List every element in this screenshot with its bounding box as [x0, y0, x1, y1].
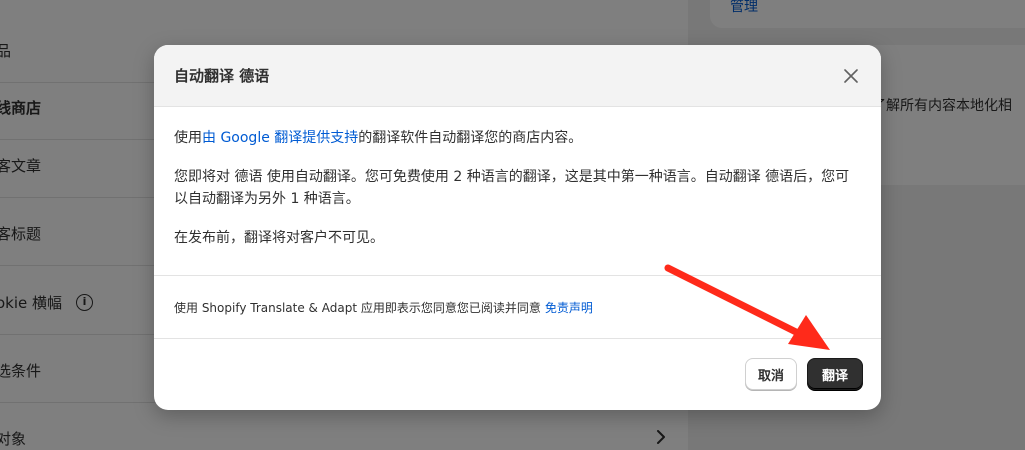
google-translate-link[interactable]: 由 Google 翻译提供支持 — [202, 130, 358, 146]
intro-suffix: 的翻译软件自动翻译您的商店内容。 — [358, 130, 583, 146]
intro-prefix: 使用 — [174, 130, 202, 146]
modal-body: 使用由 Google 翻译提供支持的翻译软件自动翻译您的商店内容。 您即将对 德… — [154, 107, 881, 276]
intro-paragraph: 使用由 Google 翻译提供支持的翻译软件自动翻译您的商店内容。 — [174, 127, 861, 149]
screen: 品 线商店 客文章 客标题 okie 横幅 i 选条件 对象 管理 了解所有内容… — [0, 0, 1025, 450]
usage-paragraph: 您即将对 德语 使用自动翻译。您可免费使用 2 种语言的翻译，这是其中第一种语言… — [174, 169, 850, 207]
modal-header: 自动翻译 德语 — [154, 45, 881, 107]
auto-translate-modal: 自动翻译 德语 使用由 Google 翻译提供支持的翻译软件自动翻译您的商店内容… — [154, 45, 881, 410]
disclaimer-text: 使用 Shopify Translate & Adapt 应用即表示您同意您已阅… — [174, 300, 541, 315]
modal-footer: 取消 翻译 — [154, 339, 881, 409]
modal-title: 自动翻译 德语 — [174, 67, 270, 85]
visibility-paragraph: 在发布前，翻译将对客户不可见。 — [174, 230, 384, 246]
disclaimer: 使用 Shopify Translate & Adapt 应用即表示您同意您已阅… — [154, 276, 881, 339]
translate-button[interactable]: 翻译 — [806, 358, 863, 390]
cancel-button[interactable]: 取消 — [744, 358, 797, 390]
close-icon — [844, 68, 858, 83]
close-button[interactable] — [837, 62, 865, 90]
disclaimer-link[interactable]: 免责声明 — [545, 299, 593, 316]
